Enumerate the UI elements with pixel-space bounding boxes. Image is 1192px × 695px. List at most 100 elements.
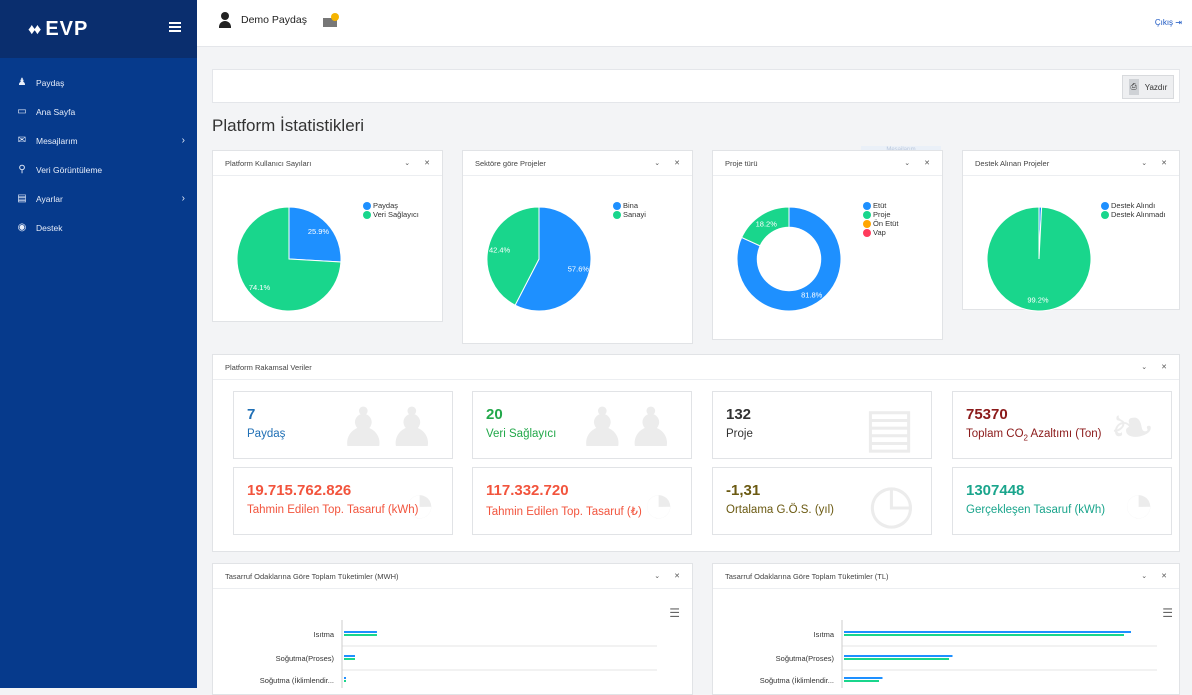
legend-item[interactable]: Veri Sağlayıcı xyxy=(363,210,419,219)
legend-item[interactable]: Etüt xyxy=(863,201,898,210)
bar-panel-header: Tasarruf Odaklarına Göre Toplam Tüketiml… xyxy=(713,564,1179,589)
sidebar-item-label: Mesajlarım xyxy=(36,135,78,146)
legend-item[interactable]: Proje xyxy=(863,210,898,219)
legend-item[interactable]: Ön Etüt xyxy=(863,219,898,228)
search-icon: ⚲ xyxy=(18,164,26,175)
pie-panel-header: Proje türü ⌄ ✕ xyxy=(713,151,942,176)
stat-card: ◔ 1307448 Gerçekleşen Tasaruf (kWh) xyxy=(952,467,1172,535)
legend-item[interactable]: Destek Alınmadı xyxy=(1101,210,1166,219)
bar[interactable] xyxy=(844,677,883,679)
bar[interactable] xyxy=(844,634,1124,636)
bar-category-label: Soğutma (İklimlendir... xyxy=(760,676,834,685)
legend-dot-icon xyxy=(863,201,871,210)
legend-item[interactable]: Sanayi xyxy=(613,210,646,219)
pie-slice-label: 99.2% xyxy=(1027,296,1049,305)
stat-label-text: Gerçekleşen Tasaruf (kWh) xyxy=(966,504,1106,516)
stat-label-text: Veri Sağlayıcı xyxy=(486,428,557,440)
legend-label: Proje xyxy=(873,210,891,219)
bar-panel-title: Tasarruf Odaklarına Göre Toplam Tüketiml… xyxy=(725,571,889,581)
legend-dot-icon xyxy=(863,219,871,228)
bar-category-label: Soğutma (İklimlendir... xyxy=(260,676,334,685)
close-icon[interactable]: ✕ xyxy=(424,159,430,167)
legend-item[interactable]: Destek Alındı xyxy=(1101,201,1166,210)
sidebar-item-3[interactable]: ⚲ Veri Görüntüleme xyxy=(0,155,197,184)
pie-chart: 25.9% 74.1% xyxy=(236,206,342,312)
bar[interactable] xyxy=(344,634,377,636)
pie-chart: 99.2% xyxy=(986,206,1092,312)
bar[interactable] xyxy=(844,655,953,657)
book-icon: ▤ xyxy=(863,398,915,458)
pie-chart: 81.8% 18.2% xyxy=(736,206,842,312)
collapse-icon[interactable]: ⌄ xyxy=(1141,363,1147,371)
pie-chart: 57.6% 42.4% xyxy=(486,206,592,312)
sidebar: ♦♦ EVP ♟ Paydaş ▭ Ana Sayfa ✉ Mesajlarım › ⚲… xyxy=(0,0,197,688)
users-icon: ♟♟ xyxy=(578,398,675,458)
user-icon: ♟ xyxy=(17,77,27,88)
logout-link[interactable]: Çıkış ⇥ xyxy=(1155,18,1182,27)
close-icon[interactable]: ✕ xyxy=(1161,572,1167,580)
bar[interactable] xyxy=(344,655,355,657)
user-info[interactable]: Demo Paydaş xyxy=(219,12,339,28)
stat-value: 1307448 xyxy=(966,482,1025,499)
gauge-icon: ◔ xyxy=(642,474,675,534)
sidebar-item-label: Veri Görüntüleme xyxy=(36,164,103,175)
collapse-icon[interactable]: ⌄ xyxy=(1141,159,1147,167)
sidebar-item-1[interactable]: ▭ Ana Sayfa xyxy=(0,97,197,126)
bar[interactable] xyxy=(844,658,949,660)
envelope-icon: ✉ xyxy=(17,135,27,146)
stat-label: Tahmin Edilen Top. Tasaruf (₺) xyxy=(486,504,642,518)
bar-panel-header: Tasarruf Odaklarına Göre Toplam Tüketiml… xyxy=(213,564,692,589)
bar[interactable] xyxy=(844,631,1131,633)
legend-dot-icon xyxy=(863,228,871,237)
close-icon[interactable]: ✕ xyxy=(674,159,680,167)
sidebar-item-4[interactable]: ▤ Ayarlar › xyxy=(0,184,197,213)
bar[interactable] xyxy=(344,680,346,682)
close-icon[interactable]: ✕ xyxy=(924,159,930,167)
legend-dot-icon xyxy=(363,210,371,219)
notification-icon[interactable] xyxy=(322,13,339,27)
pie-slice-label: 25.9% xyxy=(308,227,330,236)
bar-panel-1: Tasarruf Odaklarına Göre Toplam Tüketiml… xyxy=(712,563,1180,695)
gauge-icon: ◔ xyxy=(1122,474,1155,534)
sidebar-item-2[interactable]: ✉ Mesajlarım › xyxy=(0,126,197,155)
stat-card: ♟♟ 7 Paydaş xyxy=(233,391,453,459)
pie-panel-header: Destek Alınan Projeler ⌄ ✕ xyxy=(963,151,1179,176)
collapse-icon[interactable]: ⌄ xyxy=(1141,572,1147,580)
bar[interactable] xyxy=(344,631,377,633)
legend-item[interactable]: Bina xyxy=(613,201,646,210)
stat-value: 7 xyxy=(247,406,256,423)
stat-label: Gerçekleşen Tasaruf (kWh) xyxy=(966,504,1105,516)
pie-panel-title: Destek Alınan Projeler xyxy=(975,158,1050,168)
brand-name: EVP xyxy=(45,17,89,40)
sidebar-item-5[interactable]: ◉ Destek xyxy=(0,213,197,242)
hamburger-icon[interactable] xyxy=(169,22,181,32)
collapse-icon[interactable]: ⌄ xyxy=(904,159,910,167)
bar[interactable] xyxy=(344,677,346,679)
collapse-icon[interactable]: ⌄ xyxy=(404,159,410,167)
pie-panel-3: Destek Alınan Projeler ⌄ ✕ 99.2% Destek A… xyxy=(962,150,1180,312)
close-icon[interactable]: ✕ xyxy=(1161,363,1167,371)
stat-label-text: Proje xyxy=(726,428,753,440)
sidebar-item-0[interactable]: ♟ Paydaş xyxy=(0,68,197,97)
bar[interactable] xyxy=(344,658,355,660)
print-button[interactable]: ⎙ Yazdır xyxy=(1122,75,1174,99)
legend-dot-icon xyxy=(1101,210,1109,219)
close-icon[interactable]: ✕ xyxy=(1161,159,1167,167)
legend-item[interactable]: Vap xyxy=(863,228,898,237)
collapse-icon[interactable]: ⌄ xyxy=(654,572,660,580)
bar[interactable] xyxy=(844,680,879,682)
chevron-right-icon[interactable]: › xyxy=(182,135,185,146)
legend-label: Sanayi xyxy=(623,210,646,219)
stat-card: ▤ 132 Proje xyxy=(712,391,932,459)
stat-label: Toplam CO2 Azaltımı (Ton) xyxy=(966,428,1101,442)
chevron-right-icon[interactable]: › xyxy=(182,193,185,204)
print-label: Yazdır xyxy=(1144,82,1168,92)
stat-label-text: Tahmin Edilen Top. Tasaruf (kWh) xyxy=(247,504,419,516)
pie-slice-label: 81.8% xyxy=(801,290,823,299)
logout-icon: ⇥ xyxy=(1175,18,1182,27)
collapse-icon[interactable]: ⌄ xyxy=(654,159,660,167)
legend-item[interactable]: Paydaş xyxy=(363,201,419,210)
close-icon[interactable]: ✕ xyxy=(674,572,680,580)
brand-logo[interactable]: ♦♦ EVP xyxy=(28,18,88,41)
stat-value: 19.715.762.826 xyxy=(247,482,352,499)
